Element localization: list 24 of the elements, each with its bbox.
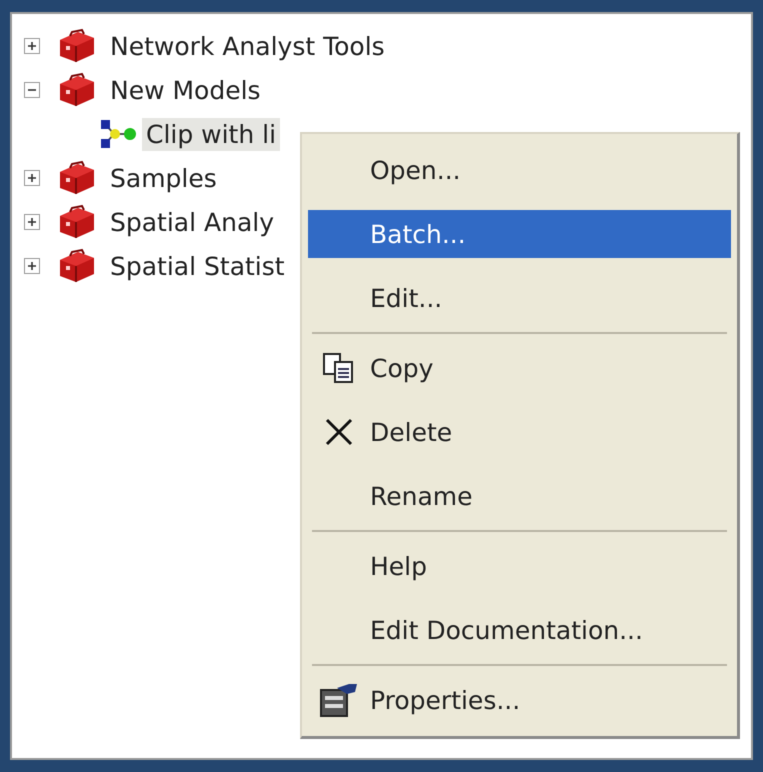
expander-icon[interactable] (24, 214, 40, 230)
tree-item[interactable]: Clip with li (142, 118, 280, 150)
expander-icon[interactable] (24, 38, 40, 54)
menu-item[interactable]: Help (308, 534, 731, 598)
model-icon (100, 119, 138, 149)
tree-item[interactable]: Spatial Analy (106, 206, 278, 238)
menu-item[interactable]: Edit Documentation... (308, 598, 731, 662)
menu-item[interactable]: Copy (308, 336, 731, 400)
menu-item[interactable]: Delete (308, 400, 731, 464)
properties-icon (319, 682, 359, 718)
copy-icon (322, 352, 356, 384)
delete-icon (324, 417, 354, 447)
menu-item[interactable]: Batch... (308, 210, 731, 258)
tree-item[interactable]: Network Analyst Tools (106, 30, 389, 62)
expander-icon[interactable] (24, 170, 40, 186)
menu-item[interactable]: Rename (308, 464, 731, 528)
tree-item[interactable]: New Models (106, 74, 265, 106)
menu-item[interactable]: Edit... (308, 266, 731, 330)
menu-item[interactable]: Properties... (308, 668, 731, 732)
expander-icon[interactable] (24, 82, 40, 98)
tree-item[interactable]: Samples (106, 162, 221, 194)
expander-icon[interactable] (24, 258, 40, 274)
tree-item[interactable]: Spatial Statist (106, 250, 289, 282)
menu-item[interactable]: Open... (308, 138, 731, 202)
